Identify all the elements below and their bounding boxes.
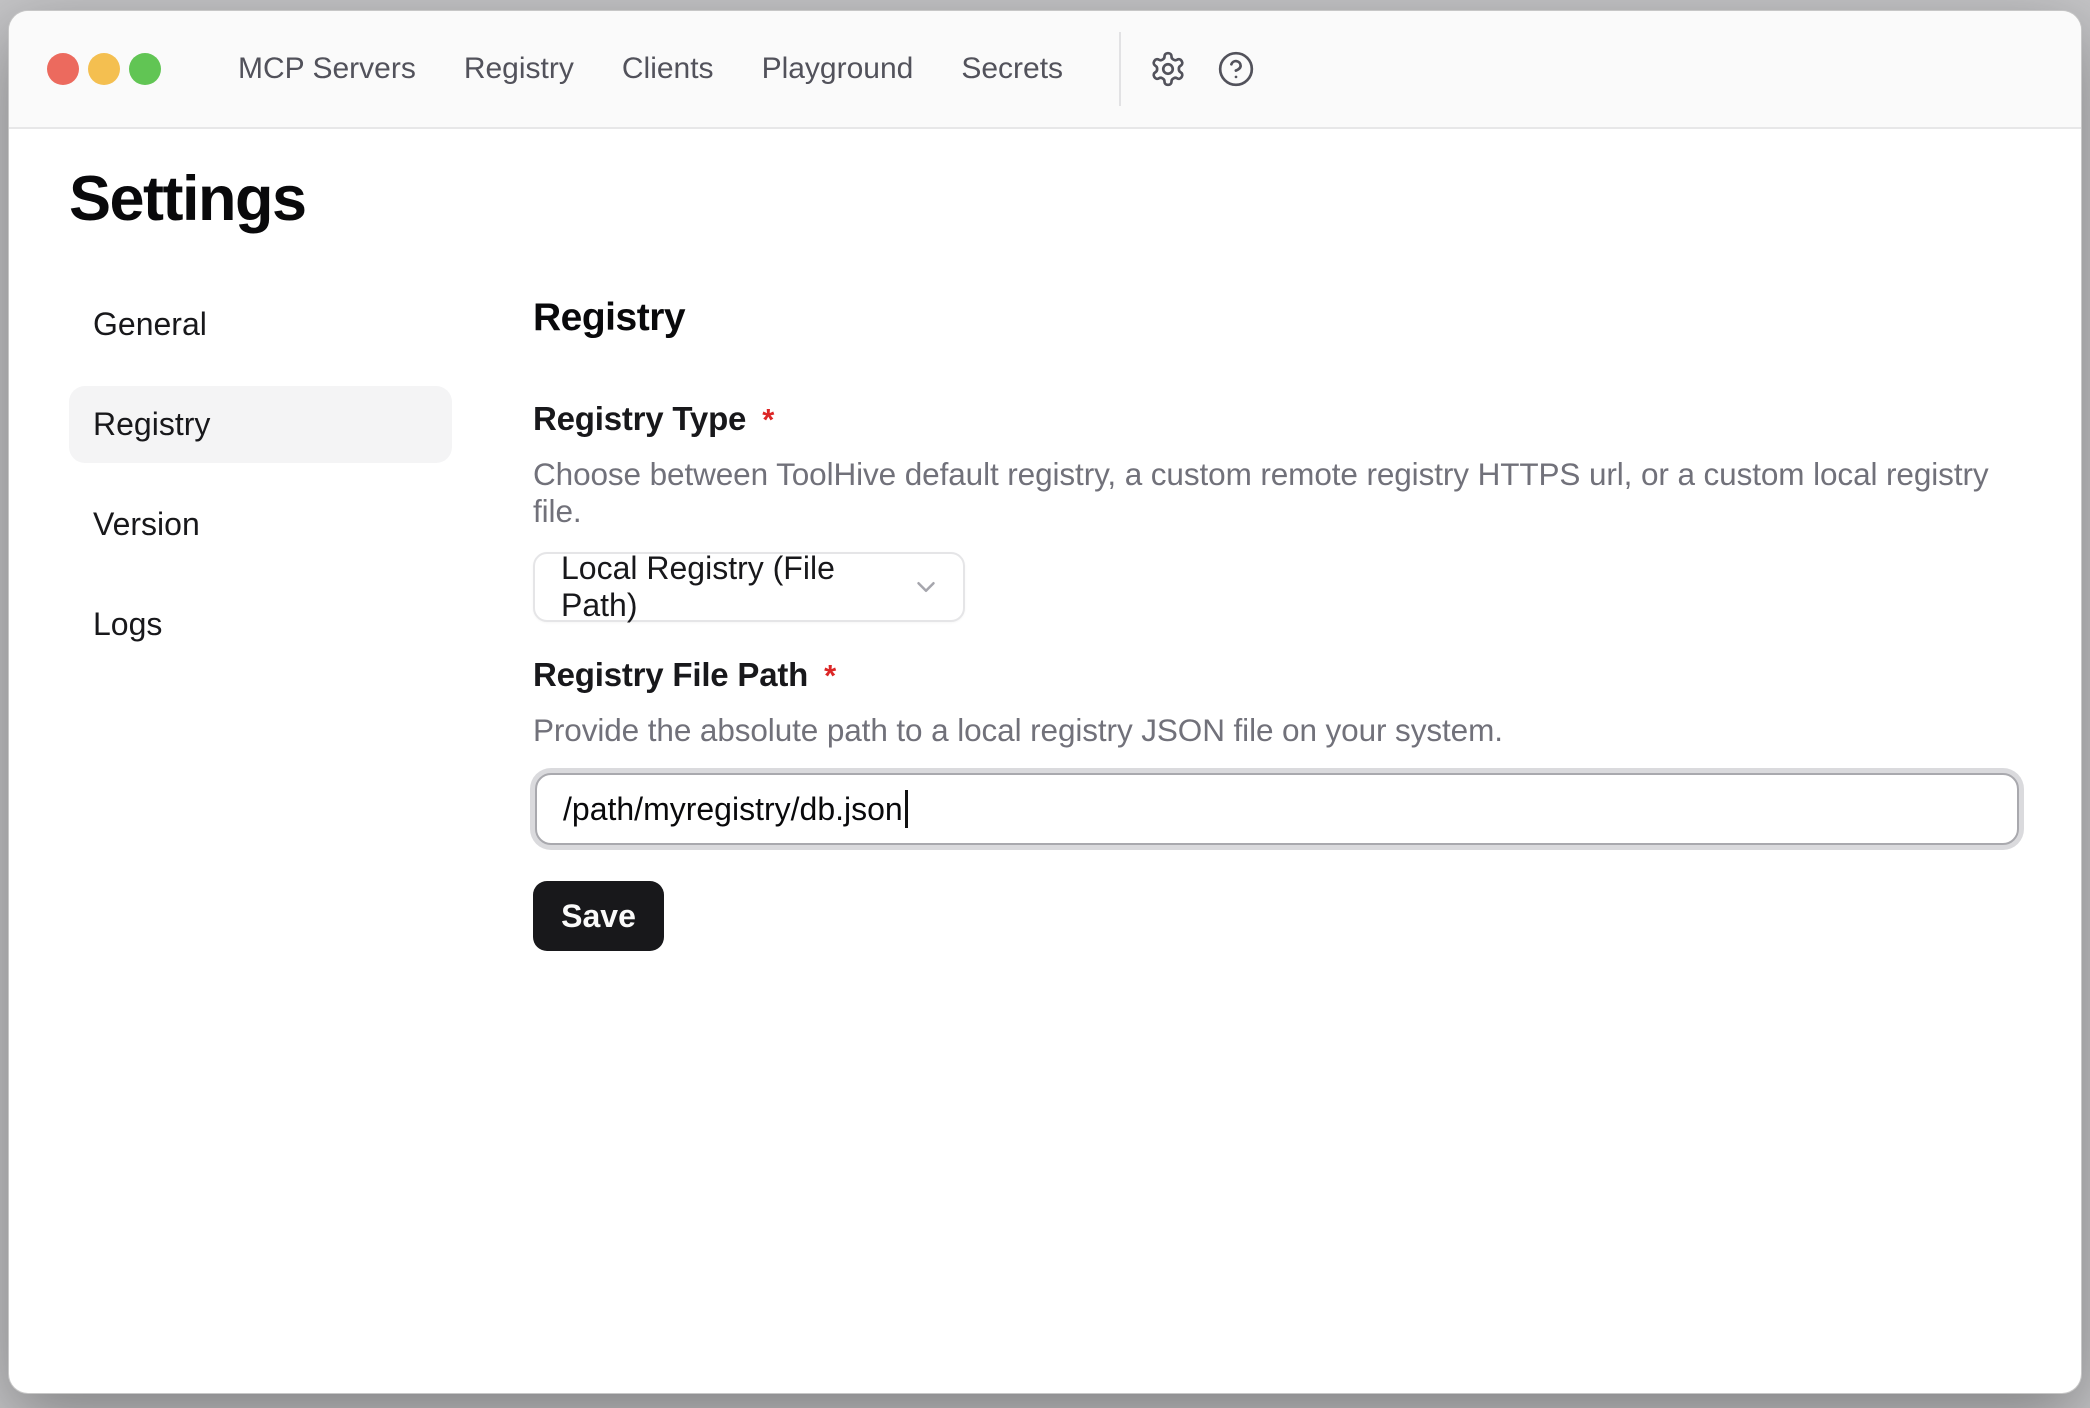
nav-item-mcp-servers[interactable]: MCP Servers — [238, 52, 416, 86]
registry-file-path-input[interactable]: /path/myregistry/db.json — [535, 773, 2019, 845]
section-heading: Registry — [533, 296, 2021, 340]
nav-item-playground[interactable]: Playground — [762, 52, 914, 86]
nav-item-clients[interactable]: Clients — [622, 52, 714, 86]
chevron-down-icon — [911, 572, 941, 602]
text-cursor — [905, 790, 908, 828]
registry-type-label: Registry Type * — [533, 400, 2021, 438]
settings-main-pane: Registry Registry Type * Choose between … — [533, 286, 2021, 951]
minimize-window-button[interactable] — [88, 53, 120, 85]
zoom-window-button[interactable] — [129, 53, 161, 85]
titlebar-icons — [1149, 50, 1255, 88]
registry-file-path-value: /path/myregistry/db.json — [563, 791, 903, 828]
nav-item-registry[interactable]: Registry — [464, 52, 574, 86]
registry-file-path-label-text: Registry File Path — [533, 656, 808, 694]
help-circle-icon[interactable] — [1217, 50, 1255, 88]
settings-gear-icon[interactable] — [1149, 50, 1187, 88]
app-window: MCP Servers Registry Clients Playground … — [8, 10, 2082, 1394]
required-asterisk: * — [824, 658, 836, 694]
save-button[interactable]: Save — [533, 881, 664, 951]
settings-layout: General Registry Version Logs Registry R… — [9, 286, 2081, 951]
sidebar-item-registry[interactable]: Registry — [69, 386, 452, 463]
main-nav: MCP Servers Registry Clients Playground … — [238, 52, 1063, 86]
registry-file-path-description: Provide the absolute path to a local reg… — [533, 712, 2021, 749]
titlebar: MCP Servers Registry Clients Playground … — [9, 11, 2081, 129]
registry-type-description: Choose between ToolHive default registry… — [533, 456, 2021, 530]
page-title: Settings — [69, 165, 2081, 234]
required-asterisk: * — [762, 402, 774, 438]
traffic-lights — [47, 53, 161, 85]
nav-item-secrets[interactable]: Secrets — [961, 52, 1063, 86]
sidebar-item-general[interactable]: General — [69, 286, 452, 363]
titlebar-divider — [1119, 32, 1121, 106]
registry-type-selected-value: Local Registry (File Path) — [561, 550, 893, 624]
sidebar-item-version[interactable]: Version — [69, 486, 452, 563]
registry-type-select[interactable]: Local Registry (File Path) — [533, 552, 965, 622]
sidebar-item-logs[interactable]: Logs — [69, 586, 452, 663]
registry-file-path-label: Registry File Path * — [533, 656, 2021, 694]
close-window-button[interactable] — [47, 53, 79, 85]
settings-sidebar: General Registry Version Logs — [69, 286, 452, 663]
registry-type-label-text: Registry Type — [533, 400, 746, 438]
